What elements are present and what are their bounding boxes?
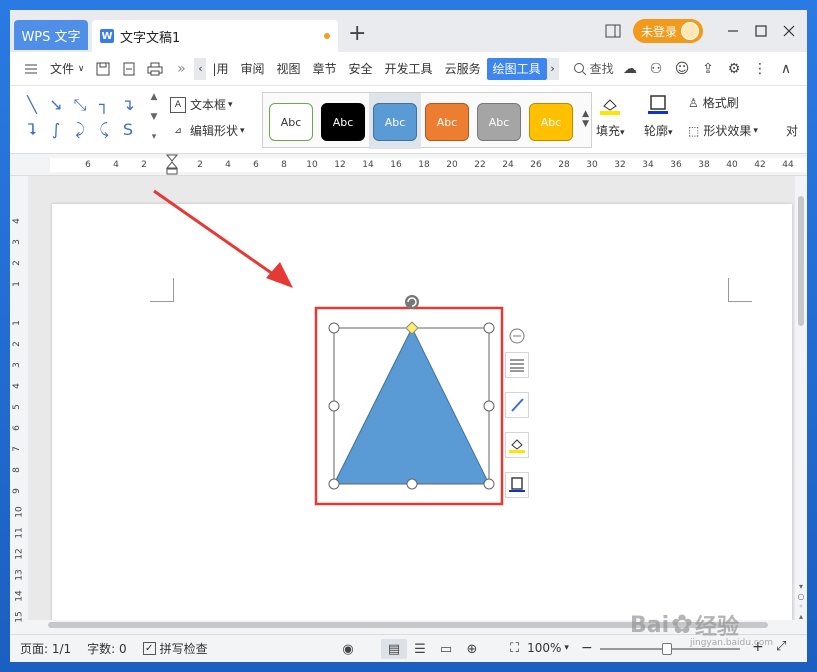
outline-color-icon[interactable]: [505, 472, 529, 498]
page-view-icon[interactable]: ▤: [381, 639, 407, 659]
resize-handle-bottom-left[interactable]: [328, 478, 340, 490]
web-view-icon[interactable]: ⊕: [459, 639, 485, 659]
adjust-handle-diamond[interactable]: [405, 321, 419, 335]
brush-style-icon[interactable]: [505, 392, 529, 418]
baidu-watermark: Bai ✿ 经验 jingyan.baidu.com: [630, 600, 807, 650]
resize-handle-bottom-right[interactable]: [483, 478, 495, 490]
view-mode-icons: ◉ ▤ ☰ ▭ ⊕: [335, 639, 485, 659]
zoom-out-icon[interactable]: −: [581, 640, 593, 656]
watermark-domain: jingyan.baidu.com: [690, 638, 774, 648]
spell-check-label: 拼写检查: [159, 642, 208, 656]
word-count[interactable]: 字数: 0: [87, 640, 127, 657]
resize-handle-right[interactable]: [483, 400, 495, 412]
resize-handle-left[interactable]: [328, 400, 340, 412]
outline-view-icon[interactable]: ☰: [407, 639, 433, 659]
shape-quick-toolbar: [505, 328, 529, 512]
collapse-toolbar-icon[interactable]: [505, 328, 529, 346]
text-wrap-icon[interactable]: [505, 352, 529, 378]
eye-protection-icon[interactable]: ◉: [335, 639, 361, 659]
spell-check-toggle[interactable]: ✓ 拼写检查: [142, 640, 208, 657]
watermark-brand-2: 经验: [694, 615, 739, 640]
rotate-handle-icon[interactable]: [405, 295, 419, 309]
baidu-paw-icon: ✿: [671, 610, 693, 640]
vertical-scrollbar[interactable]: ▾ ○ ◦ ▴: [795, 176, 807, 630]
zoom-level[interactable]: 100%: [527, 641, 561, 655]
checkbox-icon: ✓: [142, 642, 156, 655]
fill-color-icon[interactable]: [505, 432, 529, 458]
resize-handle-top-right[interactable]: [483, 322, 495, 334]
fit-page-icon[interactable]: ⛶: [510, 641, 519, 656]
page-indicator[interactable]: 页面: 1/1: [20, 640, 71, 657]
wps-window: WPS 文字 W 文字文稿1 + 未登录 文件 ∨ » ‹ |用 审阅 视图 章…: [10, 10, 807, 662]
scrollbar-thumb[interactable]: [798, 196, 804, 326]
chevron-down-icon: ▾: [564, 643, 569, 653]
watermark-brand: Bai: [630, 612, 670, 638]
resize-handle-bottom[interactable]: [406, 478, 418, 490]
drawing-overlay: [153, 189, 504, 506]
triangle-shape[interactable]: [333, 326, 490, 485]
read-mode-icon[interactable]: ▭: [433, 639, 459, 659]
red-arrow-annotation: [153, 189, 293, 288]
zoom-control: ⛶ 100% ▾ −: [510, 640, 593, 656]
resize-handle-top-left[interactable]: [328, 322, 340, 334]
